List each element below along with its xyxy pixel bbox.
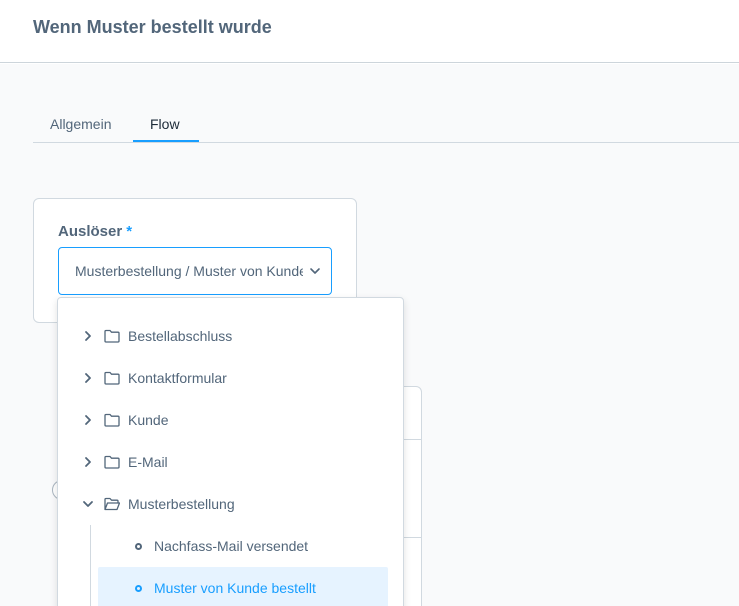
chevron-right-icon[interactable] — [82, 456, 94, 468]
tab-bar: Allgemein Flow — [33, 113, 739, 143]
trigger-select-input[interactable] — [75, 263, 303, 279]
tree-guide-line — [90, 525, 91, 606]
folder-open-icon — [104, 497, 120, 511]
tree-item-musterbestellung[interactable]: Musterbestellung — [82, 487, 235, 521]
tree-item-label: Kontaktformular — [128, 370, 227, 386]
folder-icon — [104, 371, 120, 385]
trigger-label-text: Auslöser — [58, 223, 123, 240]
tree-item-bestellabschluss[interactable]: Bestellabschluss — [82, 319, 232, 353]
tree-item-label: Bestellabschluss — [128, 328, 233, 344]
chevron-down-icon[interactable] — [309, 265, 321, 277]
tree-item-email[interactable]: E-Mail — [82, 445, 168, 479]
required-marker: * — [126, 223, 133, 240]
tree-item-kunde[interactable]: Kunde — [82, 403, 168, 437]
tab-flow[interactable]: Flow — [150, 113, 180, 143]
chevron-down-icon[interactable] — [82, 498, 94, 510]
tree-item-kontaktformular[interactable]: Kontaktformular — [82, 361, 227, 395]
chevron-right-icon[interactable] — [82, 372, 94, 384]
folder-icon — [104, 329, 120, 343]
page-header: Wenn Muster bestellt wurde — [0, 0, 739, 63]
trigger-label: Auslöser * — [58, 223, 132, 240]
tree-item-label: Musterbestellung — [128, 496, 235, 512]
tree-leaf-label: Muster von Kunde bestellt — [154, 580, 316, 596]
tree-leaf-nachfass-mail[interactable]: Nachfass-Mail versendet — [98, 529, 388, 563]
chevron-right-icon[interactable] — [82, 330, 94, 342]
folder-icon — [104, 413, 120, 427]
leaf-node-icon — [135, 542, 142, 550]
active-tab-indicator — [133, 140, 199, 142]
trigger-dropdown-tree: Bestellabschluss Kontaktformular Kunde E… — [57, 297, 404, 606]
folder-icon — [104, 455, 120, 469]
trigger-select[interactable] — [58, 247, 332, 295]
tree-item-label: Kunde — [128, 412, 169, 428]
tree-item-label: E-Mail — [128, 454, 168, 470]
tree-leaf-muster-von-kunde-bestellt[interactable]: Muster von Kunde bestellt — [98, 567, 388, 606]
leaf-node-icon — [135, 584, 142, 592]
chevron-right-icon[interactable] — [82, 414, 94, 426]
tree-leaf-label: Nachfass-Mail versendet — [154, 538, 309, 554]
tab-allgemein[interactable]: Allgemein — [50, 113, 111, 143]
page-title: Wenn Muster bestellt wurde — [33, 17, 272, 37]
